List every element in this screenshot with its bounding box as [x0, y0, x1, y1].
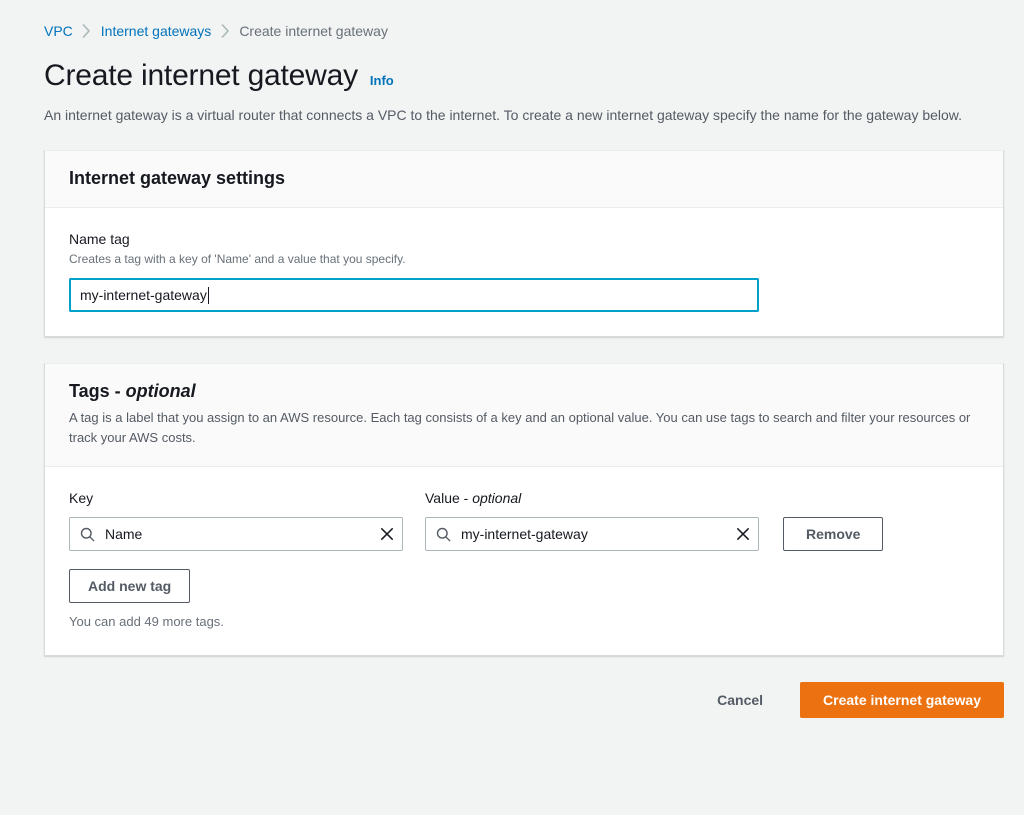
- tags-value-column-label: Value - optional: [425, 489, 765, 507]
- tags-column-headers: Key Value - optional: [69, 489, 979, 507]
- name-tag-input-value: my-internet-gateway: [80, 287, 207, 303]
- cancel-button[interactable]: Cancel: [702, 683, 778, 717]
- internet-gateway-settings-card: Internet gateway settings Name tag Creat…: [44, 150, 1004, 337]
- breadcrumb-item-vpc[interactable]: VPC: [44, 22, 73, 40]
- tags-card-body: Key Value - optional Name my-internet-ga…: [45, 467, 1003, 655]
- close-icon[interactable]: [374, 527, 394, 541]
- create-internet-gateway-page: VPC Internet gateways Create internet ga…: [0, 0, 1024, 815]
- tags-title-optional: optional: [125, 381, 196, 401]
- tags-card: Tags - optional A tag is a label that yo…: [44, 363, 1004, 656]
- remove-tag-button[interactable]: Remove: [783, 517, 884, 551]
- tags-card-description: A tag is a label that you assign to an A…: [69, 410, 971, 445]
- breadcrumb-item-internet-gateways[interactable]: Internet gateways: [101, 22, 212, 40]
- tag-key-input[interactable]: Name: [69, 517, 403, 551]
- breadcrumb-item-current: Create internet gateway: [239, 23, 388, 39]
- settings-card-title: Internet gateway settings: [69, 168, 286, 188]
- tags-remaining-hint: You can add 49 more tags.: [69, 614, 224, 629]
- value-label-main: Value -: [425, 490, 473, 506]
- page-description: An internet gateway is a virtual router …: [44, 107, 963, 123]
- form-footer: Cancel Create internet gateway: [0, 656, 1024, 718]
- table-row: Name my-internet-gateway Remove: [69, 517, 979, 551]
- name-tag-label: Name tag: [69, 231, 130, 247]
- chevron-right-icon: [73, 22, 101, 40]
- tag-key-value: Name: [105, 526, 143, 542]
- tags-title-main: Tags -: [69, 381, 126, 401]
- page-title-row: Create internet gateway Info: [0, 40, 1024, 94]
- page-title: Create internet gateway: [44, 59, 358, 92]
- settings-card-header: Internet gateway settings: [45, 151, 1003, 208]
- add-new-tag-button[interactable]: Add new tag: [69, 569, 191, 603]
- create-internet-gateway-button[interactable]: Create internet gateway: [800, 682, 1004, 718]
- name-tag-description: Creates a tag with a key of 'Name' and a…: [69, 252, 406, 266]
- search-icon: [436, 527, 451, 542]
- tag-value-input[interactable]: my-internet-gateway: [425, 517, 759, 551]
- info-link[interactable]: Info: [370, 73, 394, 88]
- search-icon: [80, 527, 95, 542]
- settings-card-body: Name tag Creates a tag with a key of 'Na…: [45, 208, 1003, 336]
- name-tag-input[interactable]: my-internet-gateway: [69, 278, 759, 312]
- tags-card-header: Tags - optional A tag is a label that yo…: [45, 364, 1003, 467]
- value-label-optional: optional: [472, 490, 522, 506]
- tags-card-title: Tags - optional: [69, 380, 979, 402]
- text-cursor: [207, 286, 209, 304]
- tag-value-value: my-internet-gateway: [461, 526, 588, 542]
- close-icon[interactable]: [730, 527, 750, 541]
- chevron-right-icon: [211, 22, 239, 40]
- breadcrumb: VPC Internet gateways Create internet ga…: [0, 0, 1024, 40]
- tags-key-column-label: Key: [69, 490, 94, 506]
